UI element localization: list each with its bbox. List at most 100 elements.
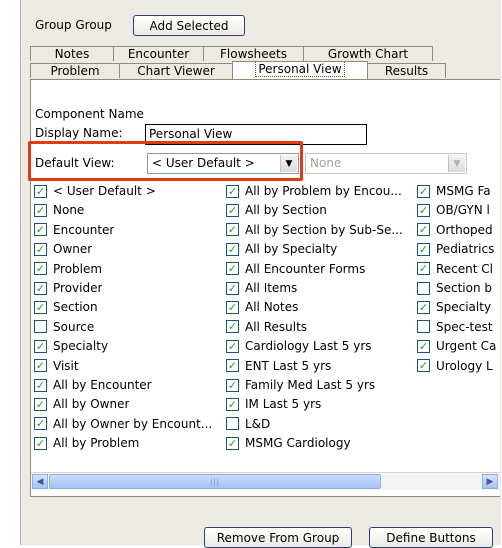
col1-checkbox-item[interactable]: ✓ None bbox=[34, 203, 220, 217]
checkbox-checked-icon[interactable]: ✓ bbox=[226, 262, 239, 276]
checkbox-checked-icon[interactable]: ✓ bbox=[226, 378, 239, 392]
col1-checkbox-item[interactable]: ✓ < User Default > bbox=[34, 184, 220, 198]
col1-checkbox-item[interactable]: ✓ Provider bbox=[34, 281, 220, 295]
display-name-label: Display Name: bbox=[35, 126, 123, 140]
checkbox-checked-icon[interactable]: ✓ bbox=[34, 184, 47, 198]
col3-checkbox-item[interactable]: ✓ MSMG Fa bbox=[417, 184, 500, 198]
checkbox-checked-icon[interactable]: ✓ bbox=[226, 300, 239, 314]
checkbox-checked-icon[interactable]: ✓ bbox=[34, 242, 47, 256]
checkbox-empty-icon[interactable] bbox=[417, 320, 430, 334]
checkbox-label: Family Med Last 5 yrs bbox=[245, 378, 376, 392]
col3-checkbox-item[interactable]: ✓ Pediatrics bbox=[417, 242, 500, 256]
col2-checkbox-item[interactable]: ✓ MSMG Cardiology bbox=[226, 436, 412, 450]
checkbox-checked-icon[interactable]: ✓ bbox=[417, 184, 430, 198]
col1-checkbox-item[interactable]: ✓ All by Encounter bbox=[34, 378, 220, 392]
checkbox-checked-icon[interactable]: ✓ bbox=[417, 359, 430, 373]
col3-checkbox-item[interactable]: Spec-test bbox=[417, 320, 500, 334]
checkbox-checked-icon[interactable]: ✓ bbox=[226, 184, 239, 198]
checkbox-empty-icon[interactable] bbox=[34, 320, 47, 334]
checkbox-checked-icon[interactable]: ✓ bbox=[417, 300, 430, 314]
col3-checkbox-item[interactable]: ✓ Urgent Ca bbox=[417, 339, 500, 353]
checkbox-checked-icon[interactable]: ✓ bbox=[417, 242, 430, 256]
tab-growth-chart[interactable]: Growth Chart bbox=[303, 46, 433, 61]
col2-checkbox-item[interactable]: ✓ IM Last 5 yrs bbox=[226, 397, 412, 411]
col3-checkbox-item[interactable]: ✓ Orthoped bbox=[417, 223, 500, 237]
col2-checkbox-item[interactable]: ✓ All by Section by Sub-Se... bbox=[226, 223, 412, 237]
scroll-thumb[interactable]: ||| bbox=[49, 474, 381, 489]
checkbox-checked-icon[interactable]: ✓ bbox=[34, 203, 47, 217]
default-view-highlight bbox=[28, 141, 303, 181]
col3-checkbox-item[interactable]: ✓ Urology L bbox=[417, 359, 500, 373]
checkbox-checked-icon[interactable]: ✓ bbox=[34, 339, 47, 353]
add-selected-button[interactable]: Add Selected bbox=[133, 15, 245, 36]
checkbox-checked-icon[interactable]: ✓ bbox=[34, 262, 47, 276]
scroll-left-icon[interactable]: ◀ bbox=[32, 474, 48, 489]
col1-checkbox-item[interactable]: ✓ Visit bbox=[34, 359, 220, 373]
checkbox-checked-icon[interactable]: ✓ bbox=[226, 320, 239, 334]
col2-checkbox-item[interactable]: ✓ All Notes bbox=[226, 300, 412, 314]
checkbox-checked-icon[interactable]: ✓ bbox=[226, 436, 239, 450]
col3-checkbox-item[interactable]: ✓ Specialty bbox=[417, 300, 500, 314]
col1-checkbox-item[interactable]: ✓ Owner bbox=[34, 242, 220, 256]
col1-checkbox-item[interactable]: ✓ All by Owner bbox=[34, 397, 220, 411]
col2-checkbox-item[interactable]: ✓ Cardiology Last 5 yrs bbox=[226, 339, 412, 353]
tab-problem[interactable]: Problem bbox=[30, 63, 120, 78]
checkbox-label: Cardiology Last 5 yrs bbox=[245, 339, 372, 354]
checkbox-label: All by Owner bbox=[53, 397, 130, 412]
checkbox-label: ENT Last 5 yrs bbox=[245, 358, 332, 373]
col1-checkbox-item[interactable]: ✓ Section bbox=[34, 300, 220, 314]
col3-checkbox-item[interactable]: ✓ Recent Cl bbox=[417, 262, 500, 276]
col1-checkbox-item[interactable]: ✓ Encounter bbox=[34, 223, 220, 237]
col3-checkbox-item[interactable]: ✓ OB/GYN l bbox=[417, 203, 500, 217]
checkbox-checked-icon[interactable]: ✓ bbox=[226, 359, 239, 373]
tab-results[interactable]: Results bbox=[367, 63, 446, 78]
col3-checkbox-item[interactable]: Section b bbox=[417, 281, 500, 295]
checkbox-checked-icon[interactable]: ✓ bbox=[417, 223, 430, 237]
checkbox-checked-icon[interactable]: ✓ bbox=[417, 262, 430, 276]
checkbox-checked-icon[interactable]: ✓ bbox=[226, 203, 239, 217]
checkbox-checked-icon[interactable]: ✓ bbox=[34, 281, 47, 295]
checkbox-checked-icon[interactable]: ✓ bbox=[226, 339, 239, 353]
checkbox-checked-icon[interactable]: ✓ bbox=[226, 242, 239, 256]
tab-encounter[interactable]: Encounter bbox=[113, 46, 204, 61]
col2-checkbox-item[interactable]: ✓ ENT Last 5 yrs bbox=[226, 359, 412, 373]
checkbox-label: Urgent Ca bbox=[436, 339, 497, 354]
col2-checkbox-item[interactable]: ✓ Family Med Last 5 yrs bbox=[226, 378, 412, 392]
checkbox-checked-icon[interactable]: ✓ bbox=[226, 223, 239, 237]
col2-checkbox-item[interactable]: ✓ All by Specialty bbox=[226, 242, 412, 256]
scroll-right-icon[interactable]: ▶ bbox=[482, 474, 498, 489]
checkbox-label: All Encounter Forms bbox=[245, 261, 366, 276]
checkbox-label: All Results bbox=[245, 319, 308, 334]
checkbox-empty-icon[interactable] bbox=[226, 417, 239, 431]
checkbox-label: Source bbox=[53, 319, 95, 334]
tab-personal-view[interactable]: Personal View bbox=[232, 61, 368, 79]
tab-chart-viewer[interactable]: Chart Viewer bbox=[119, 63, 233, 78]
checkbox-checked-icon[interactable]: ✓ bbox=[34, 359, 47, 373]
col2-checkbox-item[interactable]: ✓ All Items bbox=[226, 281, 412, 295]
col2-checkbox-item[interactable]: L&D bbox=[226, 417, 412, 431]
col2-checkbox-item[interactable]: ✓ All Results bbox=[226, 320, 412, 334]
col1-checkbox-item[interactable]: Source bbox=[34, 320, 220, 334]
tab-flowsheets[interactable]: Flowsheets bbox=[203, 46, 304, 61]
col2-checkbox-item[interactable]: ✓ All Encounter Forms bbox=[226, 262, 412, 276]
col1-checkbox-item[interactable]: ✓ Problem bbox=[34, 262, 220, 276]
checkbox-checked-icon[interactable]: ✓ bbox=[34, 223, 47, 237]
horizontal-scrollbar[interactable]: ◀ ||| ▶ bbox=[31, 472, 500, 490]
tab-notes[interactable]: Notes bbox=[30, 46, 114, 61]
col1-checkbox-item[interactable]: ✓ All by Problem bbox=[34, 436, 220, 450]
col2-checkbox-item[interactable]: ✓ All by Section bbox=[226, 203, 412, 217]
col1-checkbox-item[interactable]: ✓ Specialty bbox=[34, 339, 220, 353]
checkbox-checked-icon[interactable]: ✓ bbox=[417, 203, 430, 217]
col1-checkbox-item[interactable]: ✓ All by Owner by Encount... bbox=[34, 417, 220, 431]
checkbox-empty-icon[interactable] bbox=[417, 281, 430, 295]
checkbox-checked-icon[interactable]: ✓ bbox=[34, 436, 47, 450]
col2-checkbox-item[interactable]: ✓ All by Problem by Encou... bbox=[226, 184, 412, 198]
checkbox-checked-icon[interactable]: ✓ bbox=[34, 378, 47, 392]
secondary-view-value: None bbox=[310, 156, 342, 170]
checkbox-checked-icon[interactable]: ✓ bbox=[34, 300, 47, 314]
checkbox-checked-icon[interactable]: ✓ bbox=[417, 339, 430, 353]
checkbox-checked-icon[interactable]: ✓ bbox=[226, 281, 239, 295]
checkbox-checked-icon[interactable]: ✓ bbox=[226, 397, 239, 411]
checkbox-checked-icon[interactable]: ✓ bbox=[34, 397, 47, 411]
checkbox-checked-icon[interactable]: ✓ bbox=[34, 417, 47, 431]
